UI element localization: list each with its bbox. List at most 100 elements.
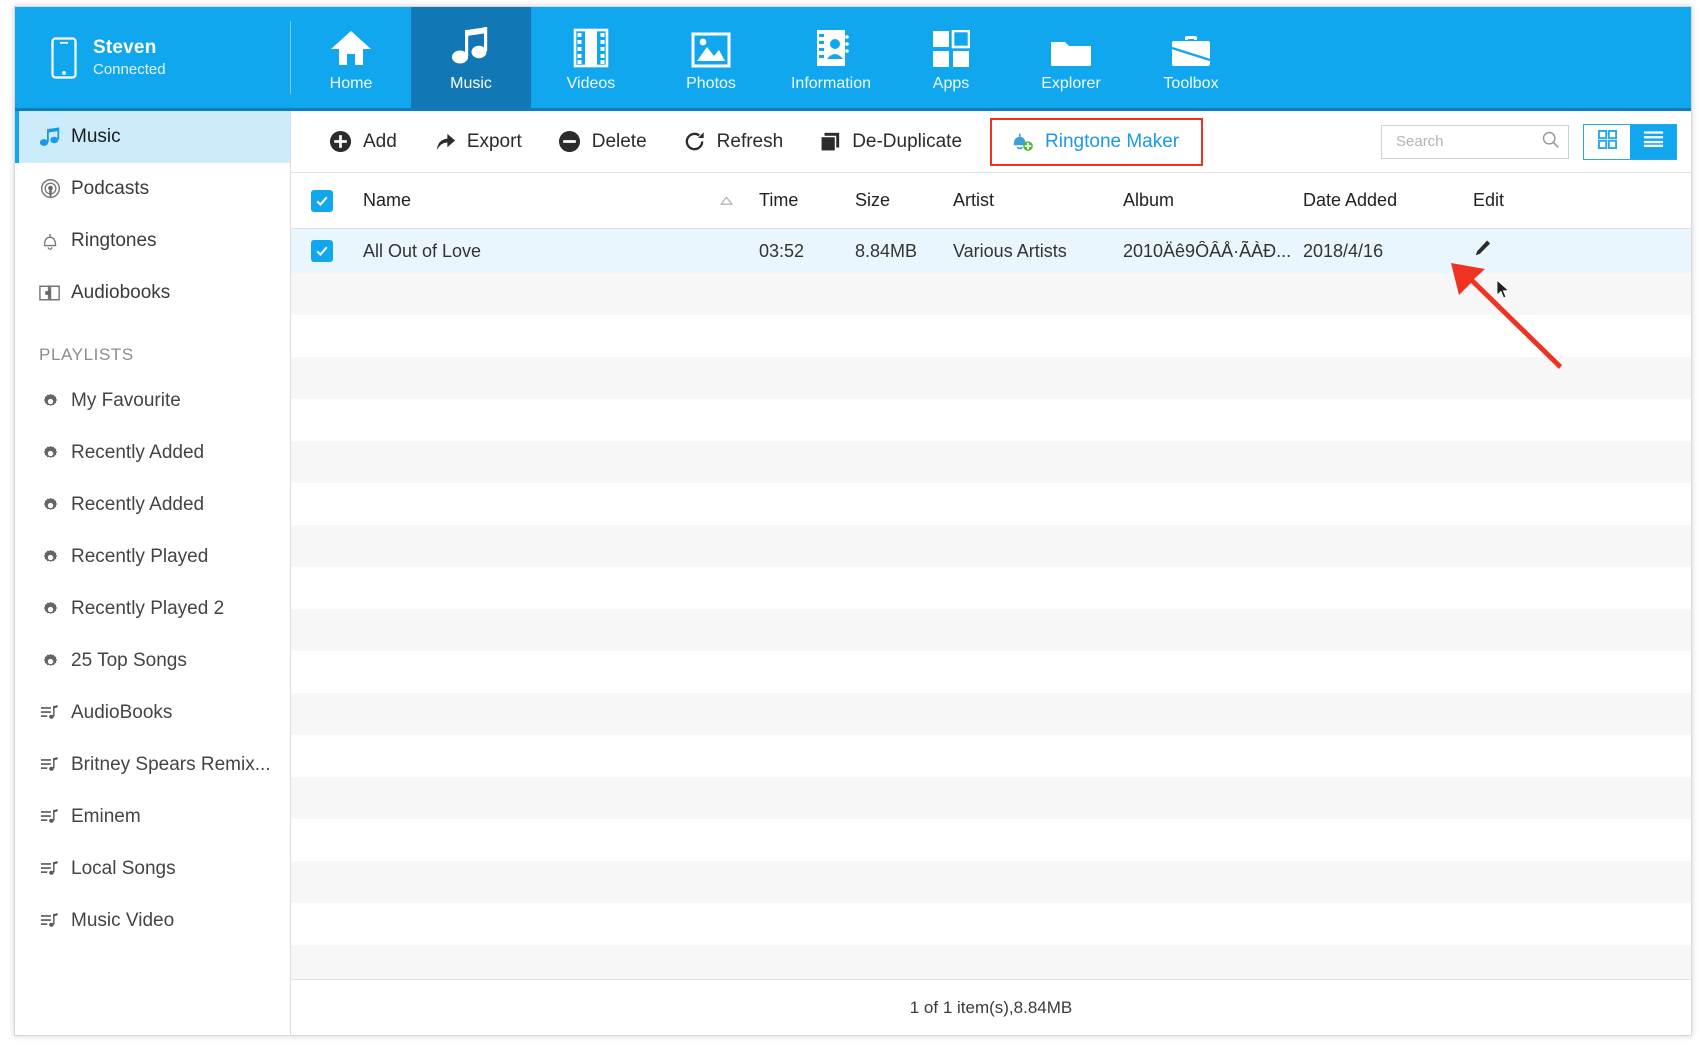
playlists-section-header: PLAYLISTS — [15, 319, 290, 375]
table-row[interactable]: All Out of Love 03:52 8.84MB Various Art… — [291, 229, 1691, 273]
sidebar-playlist-my-favourite[interactable]: My Favourite — [15, 375, 290, 427]
deduplicate-button[interactable]: De-Duplicate — [801, 120, 980, 164]
delete-button[interactable]: Delete — [540, 120, 665, 164]
duplicate-squares-icon — [819, 131, 841, 153]
tab-music[interactable]: Music — [411, 7, 531, 108]
pencil-icon[interactable] — [1473, 242, 1492, 262]
audiobook-icon — [37, 281, 63, 305]
sidebar-playlist-britney-spears-remix[interactable]: Britney Spears Remix... — [15, 739, 290, 791]
sidebar-playlist-label: Recently Added — [71, 494, 204, 516]
device-panel[interactable]: Steven Connected — [15, 7, 291, 108]
search-input[interactable] — [1394, 132, 1541, 151]
empty-row — [291, 567, 1691, 609]
table-rows: All Out of Love 03:52 8.84MB Various Art… — [291, 229, 1691, 979]
tab-videos[interactable]: Videos — [531, 7, 651, 108]
action-toolbar: Add Export — [291, 111, 1691, 173]
tab-toolbox-label: Toolbox — [1163, 75, 1218, 93]
select-all-checkbox[interactable] — [311, 190, 333, 212]
grid-view-icon — [1598, 130, 1617, 154]
bell-icon — [37, 229, 63, 253]
ringtone-maker-button[interactable]: Ringtone Maker — [1000, 120, 1189, 164]
sidebar-item-podcasts[interactable]: Podcasts — [15, 163, 290, 215]
tab-information[interactable]: Information — [771, 7, 891, 108]
sidebar-playlist-recently-added-2[interactable]: Recently Added — [15, 479, 290, 531]
home-icon — [329, 22, 373, 68]
sidebar-playlist-25-top-songs[interactable]: 25 Top Songs — [15, 635, 290, 687]
nav-tabs: Home Music — [291, 7, 1251, 108]
device-name: Steven — [93, 35, 166, 61]
deduplicate-button-label: De-Duplicate — [852, 131, 962, 153]
gear-icon — [37, 389, 63, 413]
sidebar-item-audiobooks[interactable]: Audiobooks — [15, 267, 290, 319]
playlist-note-icon — [37, 909, 63, 933]
playlist-note-icon — [37, 753, 63, 777]
grid-view-button[interactable] — [1584, 125, 1630, 159]
sidebar-playlist-local-songs[interactable]: Local Songs — [15, 843, 290, 895]
sort-indicator-ascending[interactable] — [719, 195, 759, 206]
row-edit-cell[interactable] — [1473, 239, 1553, 263]
briefcase-icon — [1170, 22, 1212, 68]
empty-row — [291, 693, 1691, 735]
select-all-cell — [291, 190, 353, 212]
empty-row — [291, 315, 1691, 357]
tab-explorer-label: Explorer — [1041, 75, 1101, 93]
phone-icon — [51, 37, 77, 79]
gear-icon — [37, 597, 63, 621]
row-album: 2010Äê9ÔÂÅ·ÃÀÐ... — [1123, 241, 1303, 262]
row-checkbox[interactable] — [311, 240, 333, 262]
view-toggle — [1583, 124, 1677, 160]
sidebar-playlist-label: Recently Played 2 — [71, 598, 224, 620]
tab-explorer[interactable]: Explorer — [1011, 7, 1131, 108]
status-text: 1 of 1 item(s),8.84MB — [910, 998, 1073, 1018]
add-button[interactable]: Add — [311, 120, 415, 164]
sidebar-item-podcasts-label: Podcasts — [71, 178, 149, 200]
tab-apps[interactable]: Apps — [891, 7, 1011, 108]
table-header-row: Name Time Size Artist Album Date Added E… — [291, 173, 1691, 229]
device-info: Steven Connected — [93, 35, 166, 81]
column-header-time[interactable]: Time — [759, 190, 855, 211]
sidebar-playlist-recently-added-1[interactable]: Recently Added — [15, 427, 290, 479]
row-artist: Various Artists — [953, 241, 1123, 262]
column-header-name[interactable]: Name — [353, 190, 719, 211]
column-header-album[interactable]: Album — [1123, 190, 1303, 211]
tab-music-label: Music — [450, 75, 492, 93]
sidebar-playlist-label: Local Songs — [71, 858, 176, 880]
sidebar-playlist-audiobooks[interactable]: AudioBooks — [15, 687, 290, 739]
export-button[interactable]: Export — [415, 120, 540, 164]
search-icon[interactable] — [1541, 130, 1560, 154]
row-size: 8.84MB — [855, 241, 953, 262]
empty-row — [291, 525, 1691, 567]
list-view-button[interactable] — [1630, 125, 1676, 159]
column-header-edit[interactable]: Edit — [1473, 190, 1553, 211]
gear-icon — [37, 545, 63, 569]
playlist-note-icon — [37, 701, 63, 725]
sidebar-playlist-recently-played[interactable]: Recently Played — [15, 531, 290, 583]
tab-home[interactable]: Home — [291, 7, 411, 108]
folder-icon — [1049, 22, 1093, 68]
application-window: Steven Connected Home — [14, 6, 1692, 1036]
empty-row — [291, 777, 1691, 819]
empty-row — [291, 819, 1691, 861]
main-body: Music Podcasts — [15, 111, 1691, 1035]
sidebar-playlist-music-video[interactable]: Music Video — [15, 895, 290, 947]
empty-row — [291, 441, 1691, 483]
column-header-date-added[interactable]: Date Added — [1303, 190, 1473, 211]
empty-row — [291, 945, 1691, 979]
sidebar-item-ringtones[interactable]: Ringtones — [15, 215, 290, 267]
sidebar-playlist-eminem[interactable]: Eminem — [15, 791, 290, 843]
column-header-size[interactable]: Size — [855, 190, 953, 211]
playlist-note-icon — [37, 805, 63, 829]
tab-photos[interactable]: Photos — [651, 7, 771, 108]
search-box[interactable] — [1381, 125, 1569, 159]
sidebar-item-music[interactable]: Music — [15, 111, 290, 163]
tab-toolbox[interactable]: Toolbox — [1131, 7, 1251, 108]
empty-row — [291, 399, 1691, 441]
grid-squares-icon — [932, 22, 970, 68]
sidebar-playlist-label: Britney Spears Remix... — [71, 754, 271, 776]
column-header-artist[interactable]: Artist — [953, 190, 1123, 211]
sidebar-playlist-label: 25 Top Songs — [71, 650, 187, 672]
sidebar-playlist-recently-played-2[interactable]: Recently Played 2 — [15, 583, 290, 635]
ringtone-maker-highlight: Ringtone Maker — [990, 118, 1203, 166]
refresh-button[interactable]: Refresh — [665, 120, 802, 164]
bell-plus-icon — [1010, 130, 1034, 153]
